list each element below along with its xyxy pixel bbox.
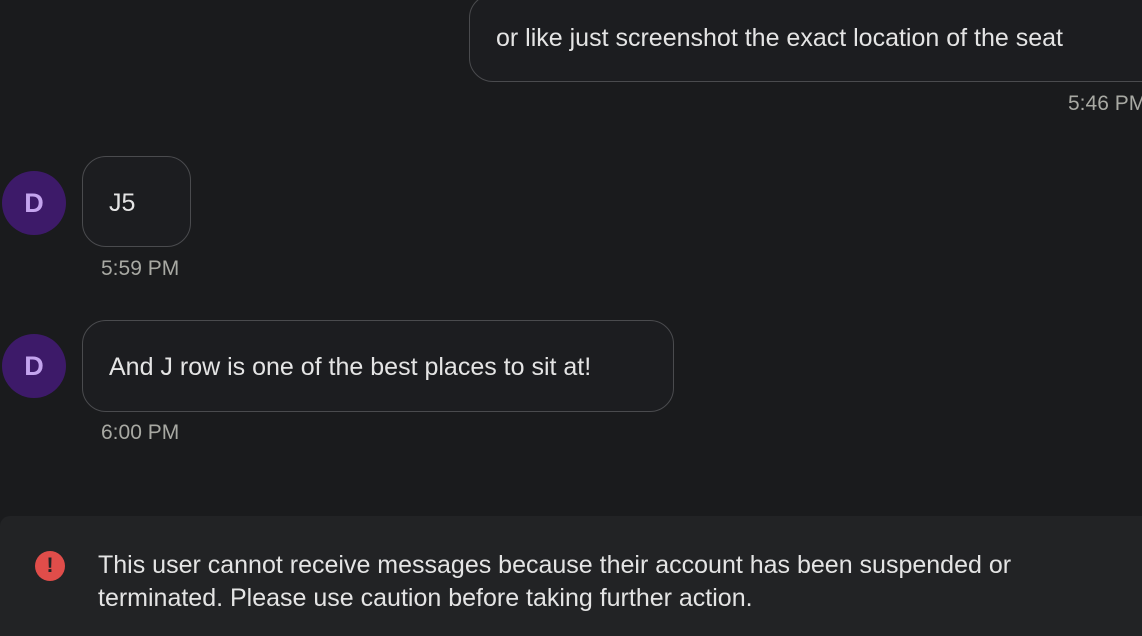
message-timestamp: 6:00 PM [101, 421, 180, 444]
avatar-letter: D [24, 350, 44, 381]
avatar[interactable]: D [2, 171, 66, 235]
avatar-letter: D [24, 187, 44, 218]
incoming-message-bubble[interactable]: And J row is one of the best places to s… [82, 320, 674, 412]
message-text: And J row is one of the best places to s… [109, 353, 592, 381]
message-timestamp: 5:46 PM [1068, 92, 1142, 115]
avatar[interactable]: D [2, 334, 66, 398]
message-timestamp: 5:59 PM [101, 257, 180, 280]
message-text: J5 [109, 189, 136, 217]
chat-page: or like just screenshot the exact locati… [0, 0, 1142, 636]
message-text: or like just screenshot the exact locati… [496, 24, 1063, 52]
incoming-message-bubble[interactable]: J5 [82, 156, 191, 247]
notice-text: This user cannot receive messages becaus… [98, 551, 1012, 612]
exclamation-circle-icon: ! [35, 551, 65, 581]
outgoing-message-bubble[interactable]: or like just screenshot the exact locati… [469, 0, 1142, 82]
